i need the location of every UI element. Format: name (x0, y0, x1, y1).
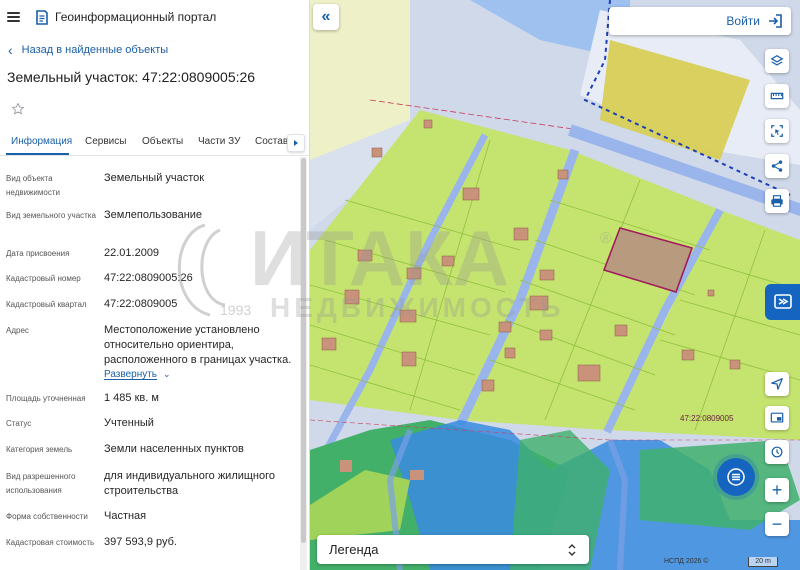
panel-scrollbar-thumb[interactable] (301, 158, 306, 543)
ruler-icon (770, 92, 784, 100)
back-link-label: Назад в найденные объекты (21, 44, 169, 56)
property-label: Кадастровый квартал (6, 300, 87, 309)
property-label: Адрес (6, 326, 29, 335)
tab-objects[interactable]: Объекты (142, 136, 183, 147)
screen-icon (770, 412, 784, 423)
building (410, 470, 424, 480)
property-label: Статус (6, 419, 32, 428)
tabs-scroll-right-button[interactable] (287, 134, 305, 152)
plus-icon: + (771, 480, 783, 500)
history-icon (771, 446, 783, 458)
legend-selector[interactable]: Легенда (317, 535, 589, 564)
property-value: 22.01.2009 (104, 247, 160, 259)
hamburger-icon[interactable] (7, 12, 20, 22)
active-tab-indicator (6, 153, 69, 155)
map-attribution: НСПД 2026 © (664, 558, 709, 565)
collapse-panel-button[interactable]: « (313, 4, 339, 30)
chevron-left-icon: ‹ (8, 42, 13, 58)
select-area-icon (771, 125, 783, 137)
property-label: Дата присвоения (6, 249, 70, 258)
property-value: 47:22:0809005:26 (104, 272, 193, 284)
property-value: Учтенный (104, 417, 154, 429)
app-bar: Геоинформационный портал (0, 0, 309, 34)
property-label: Кадастровый номер (6, 274, 81, 283)
star-icon (11, 102, 25, 115)
building (340, 460, 352, 472)
property-label: Вид земельного участка (6, 211, 96, 220)
login-label: Войти (726, 14, 760, 28)
tab-services[interactable]: Сервисы (85, 136, 126, 147)
expand-link-label: Развернуть (104, 369, 158, 380)
side-panel-tab[interactable] (765, 284, 800, 320)
print-icon (771, 195, 783, 207)
login-button[interactable]: Войти (609, 7, 791, 35)
property-value: Частная (104, 510, 147, 522)
chat-chevron-icon (773, 294, 792, 309)
app-title: Геоинформационный портал (55, 10, 217, 24)
tab-bar: Информация Сервисы Объекты Части ЗУ Сост… (0, 130, 309, 156)
layers-button[interactable] (765, 49, 789, 73)
property-label: Вид разрешенного использования (6, 472, 76, 495)
property-label: Форма собственности (6, 512, 88, 521)
property-label: Кадастровая стоимость (6, 538, 95, 547)
measure-button[interactable] (765, 84, 789, 108)
property-value: 397 593,9 руб. (104, 536, 177, 548)
double-chevron-left-icon: « (321, 8, 331, 25)
property-value: Земельный участок (104, 172, 205, 184)
scale-bar: 20 m (748, 557, 778, 567)
favorite-button[interactable] (6, 97, 30, 121)
share-button[interactable] (765, 154, 789, 178)
property-value: Землепользование (104, 209, 203, 221)
property-value: для индивидуального жилищного строительс… (104, 470, 276, 497)
back-to-results-link[interactable]: ‹ Назад в найденные объекты (8, 42, 169, 58)
chevron-down-icon: ⌄ (163, 369, 171, 379)
address-value: Местоположение установлено относительно … (104, 324, 292, 366)
expand-address-link[interactable]: Развернуть ⌄ (104, 369, 171, 380)
object-info-panel: Геоинформационный портал ‹ Назад в найде… (0, 0, 310, 570)
print-button[interactable] (765, 189, 789, 213)
tab-information[interactable]: Информация (11, 136, 72, 147)
property-value: Земли населенных пунктов (104, 443, 244, 455)
layers-icon (770, 55, 784, 66)
list-icon (727, 468, 745, 486)
property-value: 47:22:0809005 (104, 298, 178, 310)
minus-icon: − (771, 514, 783, 534)
zoom-in-button[interactable]: + (765, 478, 789, 502)
history-button[interactable] (765, 440, 789, 464)
navigation-arrow-icon (771, 378, 783, 390)
login-icon (769, 14, 782, 28)
select-area-button[interactable] (765, 119, 789, 143)
property-label: Площадь уточненная (6, 394, 86, 403)
screen-button[interactable] (765, 406, 789, 430)
tab-parts[interactable]: Части ЗУ (198, 136, 240, 147)
locate-button[interactable] (765, 372, 789, 396)
main-menu-fab[interactable] (717, 458, 755, 496)
up-down-chevron-icon (568, 543, 576, 556)
tab-composition[interactable]: Состав (255, 136, 288, 147)
property-value: 1 485 кв. м (104, 392, 159, 404)
legend-label: Легенда (329, 542, 379, 557)
portal-logo-icon (36, 9, 48, 25)
share-icon (771, 160, 783, 172)
property-label: Вид объекта недвижимости (6, 174, 60, 197)
property-label: Категория земель (6, 445, 73, 454)
zoom-out-button[interactable]: − (765, 512, 789, 536)
quarter-number-label: 47:22:0809005 (680, 414, 734, 423)
object-title: Земельный участок: 47:22:0809005:26 (7, 69, 256, 85)
